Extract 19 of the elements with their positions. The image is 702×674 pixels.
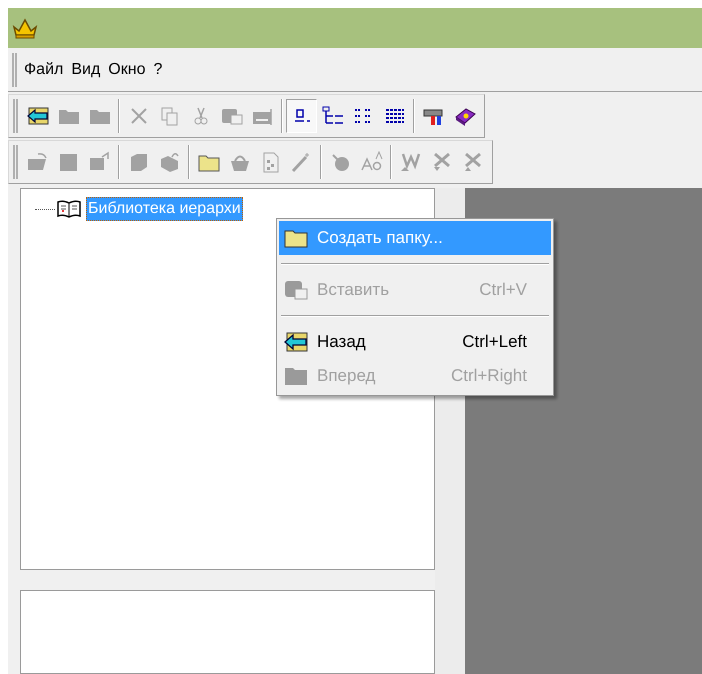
paste-icon bbox=[283, 279, 309, 301]
menu-item[interactable]: Файл bbox=[21, 58, 66, 82]
font-icon bbox=[360, 151, 384, 173]
back-arrow-folder-icon bbox=[283, 331, 309, 353]
crown-icon bbox=[12, 17, 38, 39]
folder-up-icon bbox=[88, 151, 112, 173]
menu-item[interactable]: Окно bbox=[105, 58, 148, 82]
toolbar-button[interactable] bbox=[286, 99, 317, 133]
open-folder-icon bbox=[26, 151, 50, 173]
toolbar-grip bbox=[13, 99, 18, 133]
tree-view-icon bbox=[320, 105, 344, 127]
menu-item[interactable]: ? bbox=[150, 58, 166, 82]
toolbar-grip bbox=[13, 145, 18, 179]
open-book-icon bbox=[55, 198, 83, 220]
folder-icon bbox=[283, 365, 309, 387]
menu-item[interactable]: Назад Ctrl+Left bbox=[279, 325, 551, 359]
menu-bar-grip bbox=[12, 52, 17, 86]
back-arrow-folder-icon bbox=[26, 105, 50, 127]
menu-item[interactable]: Вид bbox=[68, 58, 104, 82]
